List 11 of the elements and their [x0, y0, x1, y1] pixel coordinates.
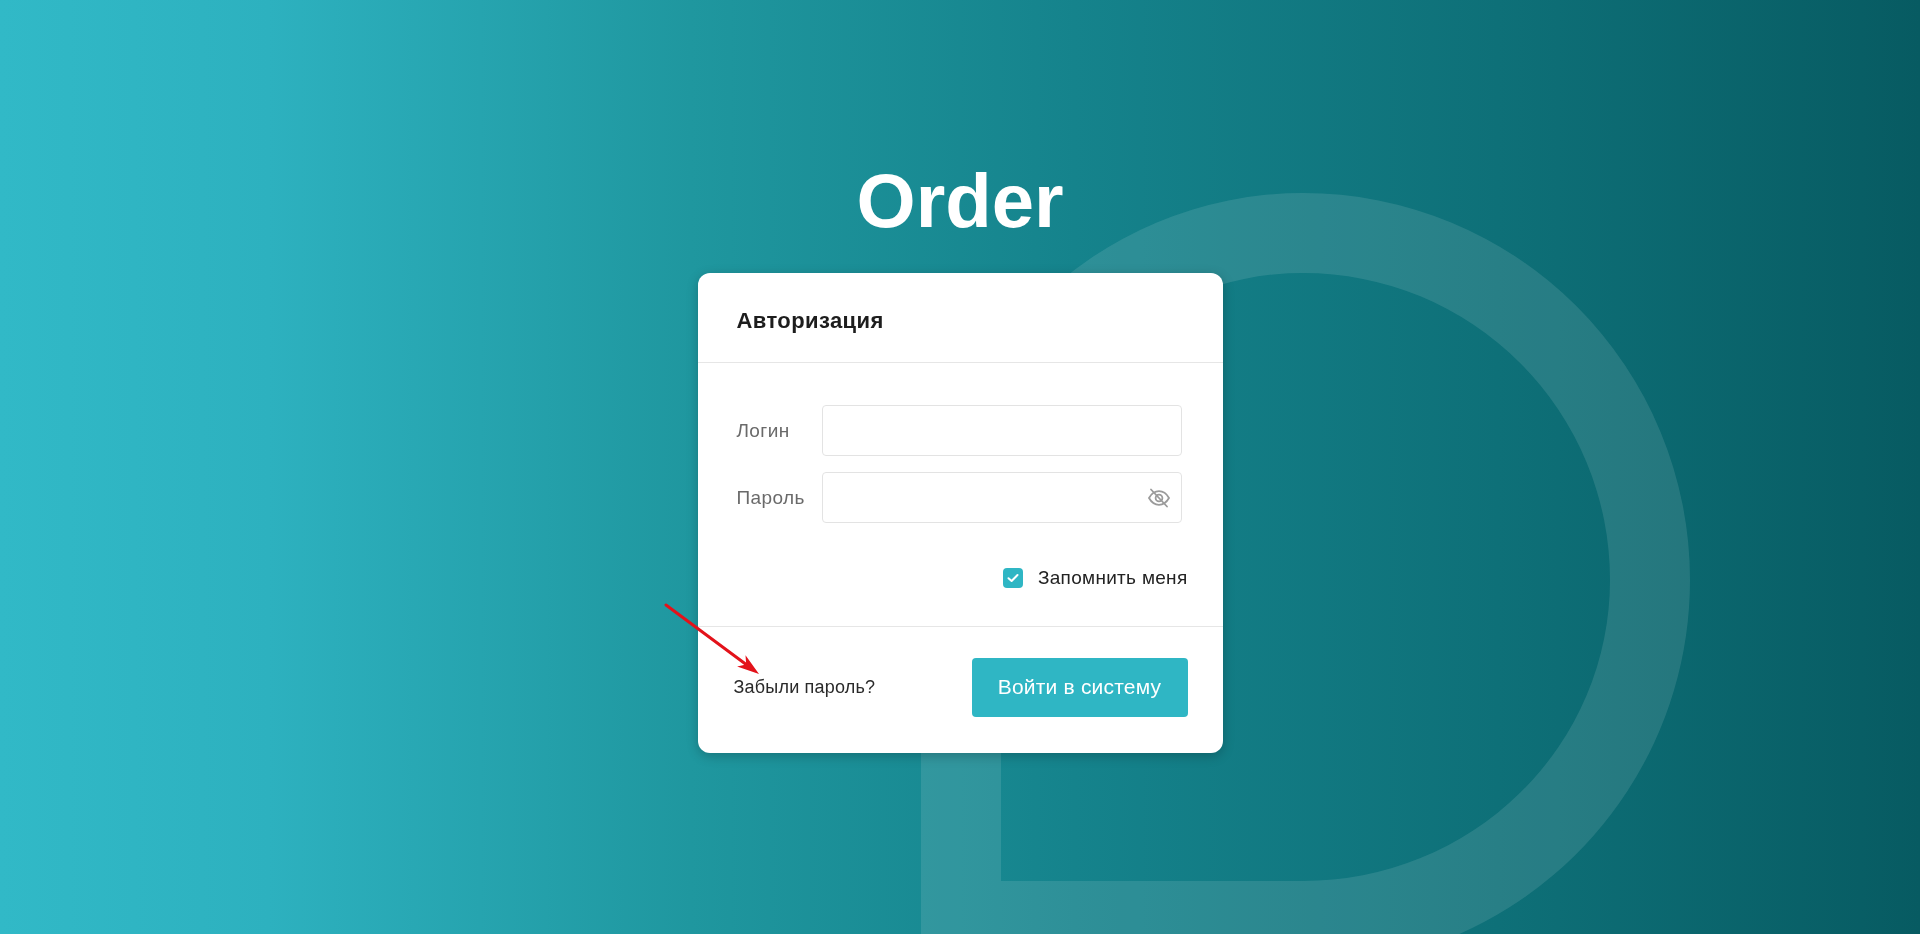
remember-me-label: Запомнить меня — [1037, 567, 1188, 589]
field-label: Пароль — [736, 486, 806, 509]
login-field[interactable] — [821, 405, 1182, 456]
tick-icon — [1006, 573, 1019, 583]
field-label: Логин — [736, 419, 791, 442]
forgot-password-link[interactable]: Забыли пароль? — [733, 676, 876, 698]
app-title: Order — [856, 157, 1064, 245]
checkbox[interactable] — [1002, 568, 1023, 588]
eye-slash-icon[interactable] — [1146, 487, 1171, 508]
card-title: Авторизация — [736, 308, 884, 334]
password-field[interactable] — [821, 472, 1182, 523]
